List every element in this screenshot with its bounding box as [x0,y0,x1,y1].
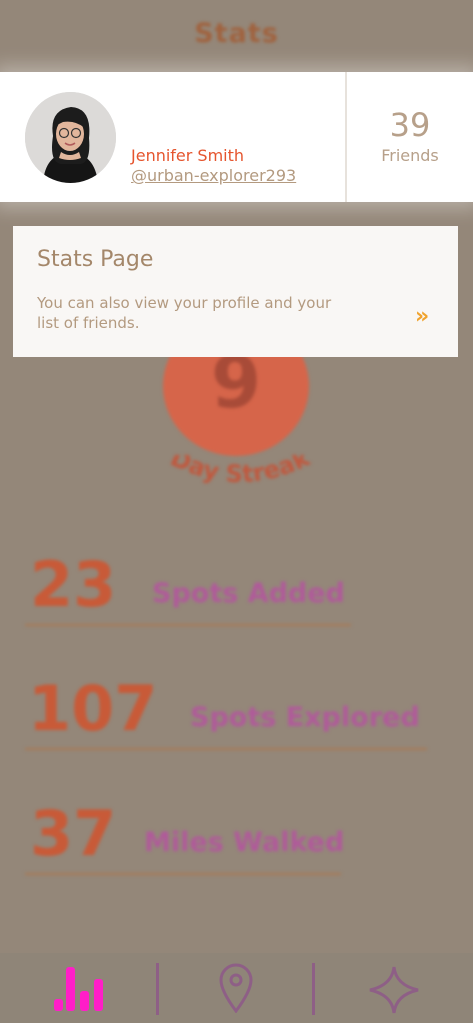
stat-value: 107 [28,672,158,745]
profile-card[interactable]: Jennifer Smith @urban-explorer293 39 Fri… [0,72,473,202]
stat-underline [25,624,351,626]
friends-label[interactable]: Friends [347,146,473,165]
nav-divider [312,963,315,1015]
tooltip-body: You can also view your profile and your … [37,294,332,332]
page-title: Stats [194,18,279,49]
stats-icon[interactable] [52,965,106,1013]
svg-text:Day Streak: Day Streak [166,455,314,488]
stat-value: 37 [30,797,117,870]
streak-label: Day Streak [166,455,314,488]
nav-divider [156,963,159,1015]
profile-handle-link[interactable]: @urban-explorer293 [131,166,296,185]
stat-label: Spots Explored [190,702,420,733]
stat-value: 23 [30,548,117,621]
bottom-nav [0,953,473,1023]
double-chevron-right-icon[interactable]: » [415,304,429,329]
sparkle-icon[interactable] [368,965,420,1015]
stat-underline [25,873,341,875]
map-pin-icon[interactable] [217,963,255,1014]
avatar-photo [25,92,116,183]
stat-label: Miles Walked [144,827,345,858]
stat-row: 107 [28,672,157,745]
friends-count[interactable]: 39 [347,106,473,144]
stat-row: 23 [30,548,116,621]
stat-label: Spots Added [152,578,345,609]
avatar[interactable] [25,92,116,183]
streak-label-text: Day Streak [166,455,314,488]
stat-row: 37 [30,797,116,870]
onboarding-tooltip: Stats Page You can also view your profil… [13,226,458,357]
stat-underline [25,748,427,750]
tooltip-title: Stats Page [37,247,154,272]
profile-name: Jennifer Smith [131,146,245,165]
